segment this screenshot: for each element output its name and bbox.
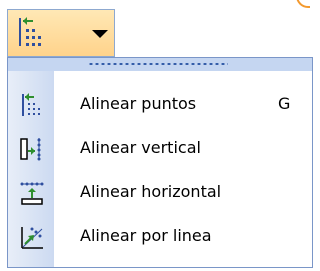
- menu-item-label: Alinear vertical: [80, 138, 201, 157]
- align-dropdown-menu: Alinear puntos G Alinear vertical Alinea…: [7, 57, 313, 268]
- align-line-icon: [20, 225, 44, 249]
- grip-dots: [88, 63, 228, 65]
- menu-item-label: Alinear por linea: [80, 226, 212, 245]
- align-points-icon: [19, 17, 41, 46]
- menu-item-align-points[interactable]: Alinear puntos G: [8, 82, 312, 125]
- menu-item-align-vertical[interactable]: Alinear vertical: [8, 126, 312, 169]
- align-vertical-icon: [20, 137, 44, 161]
- dropdown-arrow-icon[interactable]: [92, 30, 108, 38]
- menu-item-align-by-line[interactable]: Alinear por linea: [8, 214, 312, 257]
- menu-grip-handle[interactable]: [8, 58, 312, 71]
- align-horizontal-icon: [20, 181, 44, 205]
- align-points-button[interactable]: [14, 15, 64, 53]
- decorative-arc: [296, 0, 310, 8]
- menu-item-label: Alinear puntos: [80, 94, 197, 113]
- align-points-icon: [20, 93, 44, 117]
- menu-item-shortcut: G: [278, 94, 291, 113]
- menu-item-label: Alinear horizontal: [80, 182, 222, 201]
- align-split-button[interactable]: [7, 9, 115, 57]
- menu-item-align-horizontal[interactable]: Alinear horizontal: [8, 170, 312, 213]
